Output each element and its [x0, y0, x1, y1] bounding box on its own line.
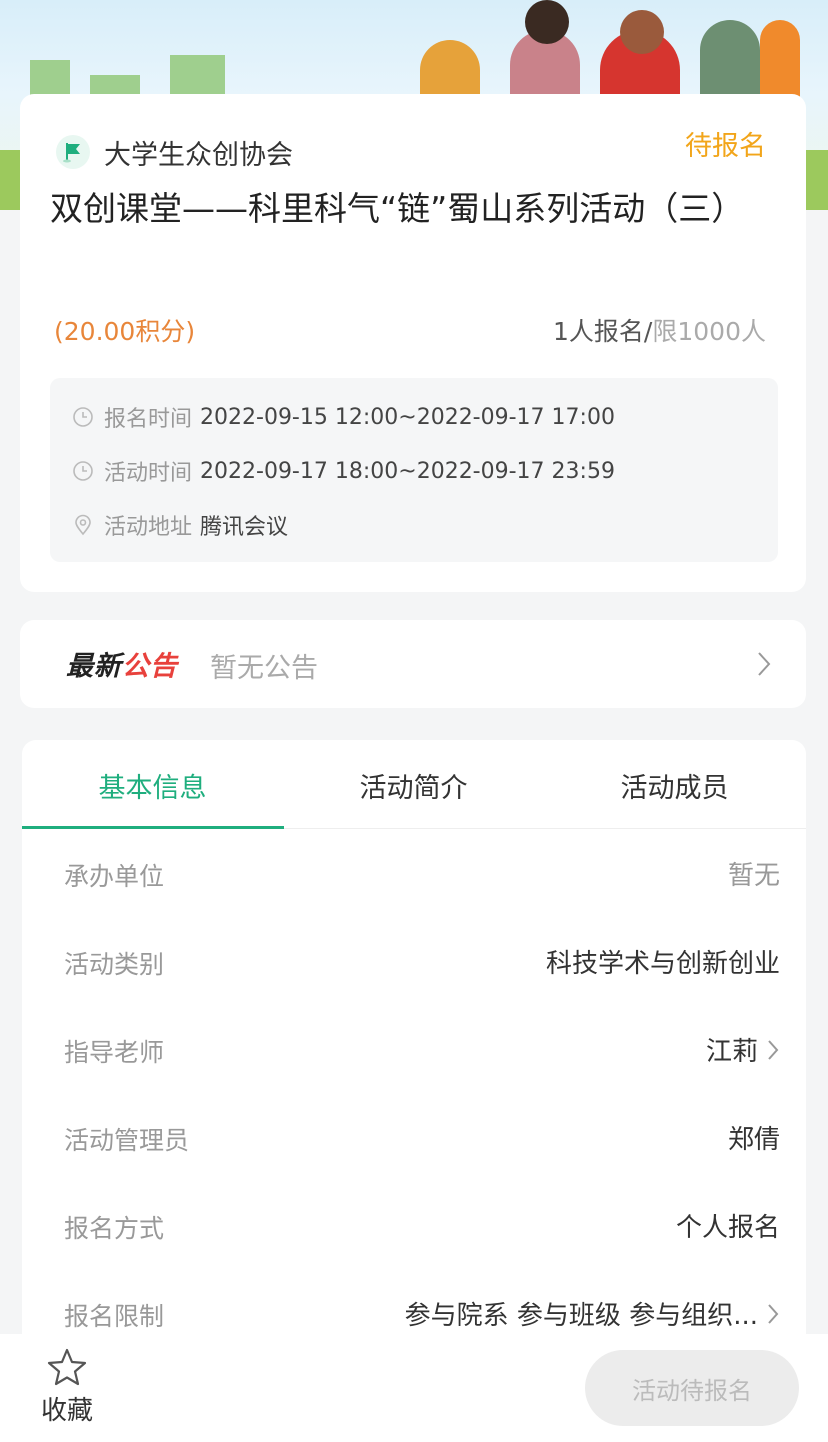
activity-title: 双创课堂——科里科气“链”蜀山系列活动（三）: [50, 189, 745, 228]
banner-figure-head: [620, 10, 664, 54]
address-label: 活动地址: [104, 515, 193, 540]
detail-key: 报名限制: [64, 1302, 165, 1331]
detail-row-signup-method: 报名方式 个人报名: [22, 1181, 806, 1269]
banner-figure: [700, 20, 760, 100]
tab-bar: 基本信息 活动简介 活动成员: [22, 740, 806, 829]
activity-card: 大学生众创协会 待报名 双创课堂——科里科气“链”蜀山系列活动（三） (20.0…: [20, 94, 806, 592]
banner-figure: [420, 40, 480, 100]
detail-value: 江莉: [705, 1037, 758, 1067]
status-badge: 待报名: [685, 131, 766, 162]
chevron-right-icon: [768, 1303, 779, 1324]
detail-row-advisor[interactable]: 指导老师 江莉: [22, 1005, 806, 1093]
chevron-right-icon: [758, 652, 771, 676]
detail-key: 活动类别: [64, 950, 165, 979]
notice-logo-part1: 最新: [66, 651, 122, 682]
detail-value: 暂无: [727, 861, 780, 891]
tab-basic-info[interactable]: 基本信息: [22, 766, 283, 805]
address-row: 活动地址 腾讯会议: [72, 510, 288, 540]
details-card: 基本信息 活动简介 活动成员 承办单位 暂无 活动类别 科技学术与创新创业 指导…: [22, 740, 806, 1380]
detail-value: 参与院系 参与班级 参与组织...: [404, 1301, 758, 1331]
signup-limit: 限1000人: [652, 317, 766, 346]
address-value: 腾讯会议: [200, 515, 289, 540]
detail-value: 科技学术与创新创业: [545, 949, 780, 979]
banner-figure-head: [525, 0, 569, 44]
detail-row-category: 活动类别 科技学术与创新创业: [22, 917, 806, 1005]
flag-icon: [56, 135, 90, 169]
signup-time-label: 报名时间: [104, 407, 193, 432]
detail-value: 郑倩: [727, 1125, 780, 1155]
signup-button[interactable]: 活动待报名: [585, 1350, 799, 1426]
favorite-button[interactable]: 收藏: [38, 1348, 96, 1427]
banner-figure: [760, 20, 800, 100]
notice-bar[interactable]: 最新公告 暂无公告: [20, 620, 806, 708]
detail-value-wrap: 江莉: [706, 1031, 780, 1068]
detail-row-admin: 活动管理员 郑倩: [22, 1093, 806, 1181]
organizer[interactable]: 大学生众创协会: [56, 134, 293, 171]
clock-icon: [73, 461, 93, 481]
detail-key: 报名方式: [64, 1214, 165, 1243]
location-pin-icon: [75, 514, 91, 536]
notice-logo-part2: 公告: [122, 651, 178, 682]
detail-key: 承办单位: [64, 862, 165, 891]
activity-time-row: 活动时间 2022-09-17 18:00~2022-09-17 23:59: [72, 456, 615, 486]
signup-count: 1人报名/限1000人: [553, 312, 766, 348]
notice-text: 暂无公告: [210, 653, 318, 684]
bottom-action-bar: 收藏 活动待报名: [0, 1334, 828, 1442]
activity-time-value: 2022-09-17 18:00~2022-09-17 23:59: [200, 458, 615, 484]
tab-activity-intro[interactable]: 活动简介: [283, 766, 544, 805]
activity-info-box: 报名时间 2022-09-15 12:00~2022-09-17 17:00 活…: [50, 378, 778, 562]
detail-value: 个人报名: [675, 1213, 780, 1243]
points: (20.00积分): [54, 317, 196, 346]
signup-count-value: 1人报名/: [553, 317, 653, 346]
tab-activity-members[interactable]: 活动成员: [544, 766, 805, 805]
favorite-label: 收藏: [40, 1396, 93, 1426]
signup-time-value: 2022-09-15 12:00~2022-09-17 17:00: [200, 404, 615, 430]
detail-key: 活动管理员: [64, 1126, 190, 1155]
clock-icon: [73, 407, 93, 427]
notice-logo: 最新公告: [66, 644, 178, 683]
chevron-right-icon: [768, 1039, 779, 1060]
detail-key: 指导老师: [64, 1038, 165, 1067]
organizer-name: 大学生众创协会: [104, 139, 293, 171]
detail-row-host: 承办单位 暂无: [22, 829, 806, 917]
signup-time-row: 报名时间 2022-09-15 12:00~2022-09-17 17:00: [72, 402, 615, 432]
star-icon: [47, 1348, 87, 1386]
detail-value-wrap: 参与院系 参与班级 参与组织...: [405, 1295, 780, 1332]
activity-time-label: 活动时间: [104, 461, 193, 486]
